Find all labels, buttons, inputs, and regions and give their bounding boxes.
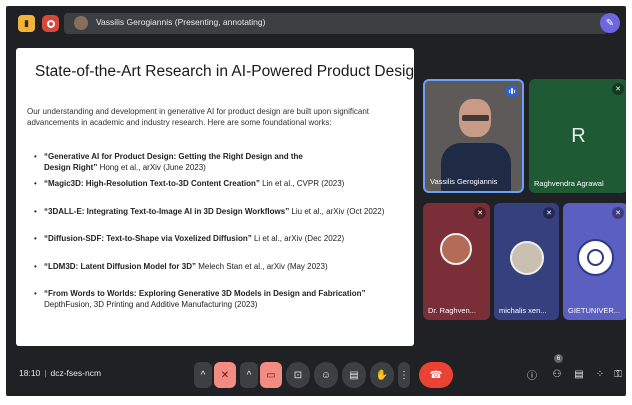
- bullet: •: [34, 262, 37, 271]
- reference-item: • “Magic3D: High-Resolution Text-to-3D C…: [34, 179, 406, 190]
- end-call-button[interactable]: ☎: [419, 362, 453, 388]
- people-icon[interactable]: ⚇: [549, 366, 565, 382]
- participant-name: Raghvendra Agrawal: [534, 179, 604, 188]
- reference-item: • “3DALL-E: Integrating Text-to-Image AI…: [34, 207, 406, 218]
- mic-off-icon: ✕: [543, 207, 555, 219]
- present-now-icon[interactable]: ▮: [18, 15, 35, 32]
- participant-initial: R: [571, 125, 586, 147]
- participant-name: GIETUNIVER...: [568, 306, 621, 315]
- bullet: •: [34, 207, 37, 216]
- slide-intro: Our understanding and development in gen…: [27, 107, 369, 127]
- bullet: •: [34, 234, 37, 243]
- reference-detail: Lin et al., CVPR (2023): [259, 179, 345, 188]
- avatar: [510, 241, 544, 275]
- mic-off-icon: ✕: [612, 83, 624, 95]
- reference-title: “LDM3D: Latent Diffusion Model for 3D”: [44, 262, 196, 271]
- presenter-label: Vassilis Gerogiannis (Presenting, annota…: [96, 17, 266, 27]
- present-screen-button[interactable]: ⊡: [286, 362, 310, 388]
- reference-title: “3DALL-E: Integrating Text-to-Image AI i…: [44, 207, 290, 216]
- participant-tile[interactable]: ✕ Dr. Raghven...: [423, 203, 490, 320]
- activities-icon[interactable]: ⁘: [592, 366, 608, 382]
- meet-window: ▮ Vassilis Gerogiannis (Presenting, anno…: [6, 6, 626, 396]
- reference-detail: DepthFusion, 3D Printing and Additive Ma…: [44, 299, 258, 309]
- reference-title: “Diffusion-SDF: Text-to-Shape via Voxeli…: [44, 234, 252, 243]
- more-options-button[interactable]: ⋮: [398, 362, 410, 388]
- presenter-bar[interactable]: Vassilis Gerogiannis (Presenting, annota…: [64, 13, 608, 34]
- participant-name: Vassilis Gerogiannis: [430, 177, 498, 186]
- participant-tile[interactable]: ✕ GIETUNIVER...: [563, 203, 626, 320]
- host-controls-icon[interactable]: ⚿: [610, 366, 626, 382]
- shared-slide: State-of-the-Art Research in AI-Powered …: [16, 48, 414, 346]
- participant-tile[interactable]: ✕ michalis xen...: [494, 203, 559, 320]
- participant-name: Dr. Raghven...: [428, 306, 476, 315]
- reference-detail: Liu et al., arXiv (Oct 2022): [289, 207, 385, 216]
- mic-off-icon: ✕: [612, 207, 624, 219]
- university-logo: [577, 239, 614, 276]
- avatar: [440, 233, 472, 265]
- participant-tile[interactable]: ✕ R Raghvendra Agrawal: [529, 79, 626, 193]
- separator: |: [44, 368, 47, 378]
- reference-title: “Magic3D: High-Resolution Text-to-3D Con…: [44, 179, 260, 188]
- reference-title: “From Words to Worlds: Exploring Generat…: [44, 289, 366, 298]
- reference-item: • “Diffusion-SDF: Text-to-Shape via Voxe…: [34, 234, 406, 245]
- meeting-time: 18:10: [19, 368, 41, 378]
- top-bar: ▮ Vassilis Gerogiannis (Presenting, anno…: [6, 6, 626, 40]
- audio-options-chevron-icon[interactable]: ^: [194, 362, 212, 388]
- meeting-details-icon[interactable]: ⓘ: [524, 366, 540, 382]
- slide-title: State-of-the-Art Research in AI-Powered …: [35, 63, 414, 80]
- reference-item: • “Generative AI for Product Design: Get…: [34, 152, 406, 173]
- meeting-code: dcz-fses-ncm: [50, 368, 102, 378]
- raise-hand-button[interactable]: ✋: [370, 362, 394, 388]
- captions-button[interactable]: ▤: [342, 362, 366, 388]
- mic-off-icon: ✕: [474, 207, 486, 219]
- annotation-pen-icon[interactable]: ✎: [600, 13, 620, 33]
- bullet: •: [34, 289, 37, 298]
- emoji-reaction-button[interactable]: ☺: [314, 362, 338, 388]
- reference-item: • “LDM3D: Latent Diffusion Model for 3D”…: [34, 262, 406, 273]
- reference-item: • “From Words to Worlds: Exploring Gener…: [34, 289, 406, 310]
- video-options-chevron-icon[interactable]: ^: [240, 362, 258, 388]
- bullet: •: [34, 179, 37, 188]
- chat-icon[interactable]: ▤: [571, 366, 587, 382]
- participant-name: michalis xen...: [499, 306, 547, 315]
- participant-count-badge: 6: [554, 354, 563, 363]
- presenter-avatar: [74, 16, 88, 30]
- speaking-indicator-icon: [506, 85, 518, 97]
- participant-tile[interactable]: Vassilis Gerogiannis: [423, 79, 524, 193]
- reference-detail: Hong et al., arXiv (June 2023): [97, 162, 206, 172]
- meeting-info: 18:10 | dcz-fses-ncm: [19, 368, 101, 378]
- camera-off-button[interactable]: ▭: [260, 362, 282, 388]
- bottom-bar: 18:10 | dcz-fses-ncm ^ ✕ ^ ▭ ⊡ ☺ ▤ ✋ ⋮ ☎ ⓘ…: [6, 354, 626, 396]
- bullet: •: [34, 152, 37, 161]
- reference-detail: Melech Stan et al., arXiv (May 2023): [196, 262, 328, 271]
- mic-off-button[interactable]: ✕: [214, 362, 236, 388]
- recording-icon[interactable]: [42, 15, 59, 32]
- reference-detail: Li et al., arXiv (Dec 2022): [251, 234, 345, 243]
